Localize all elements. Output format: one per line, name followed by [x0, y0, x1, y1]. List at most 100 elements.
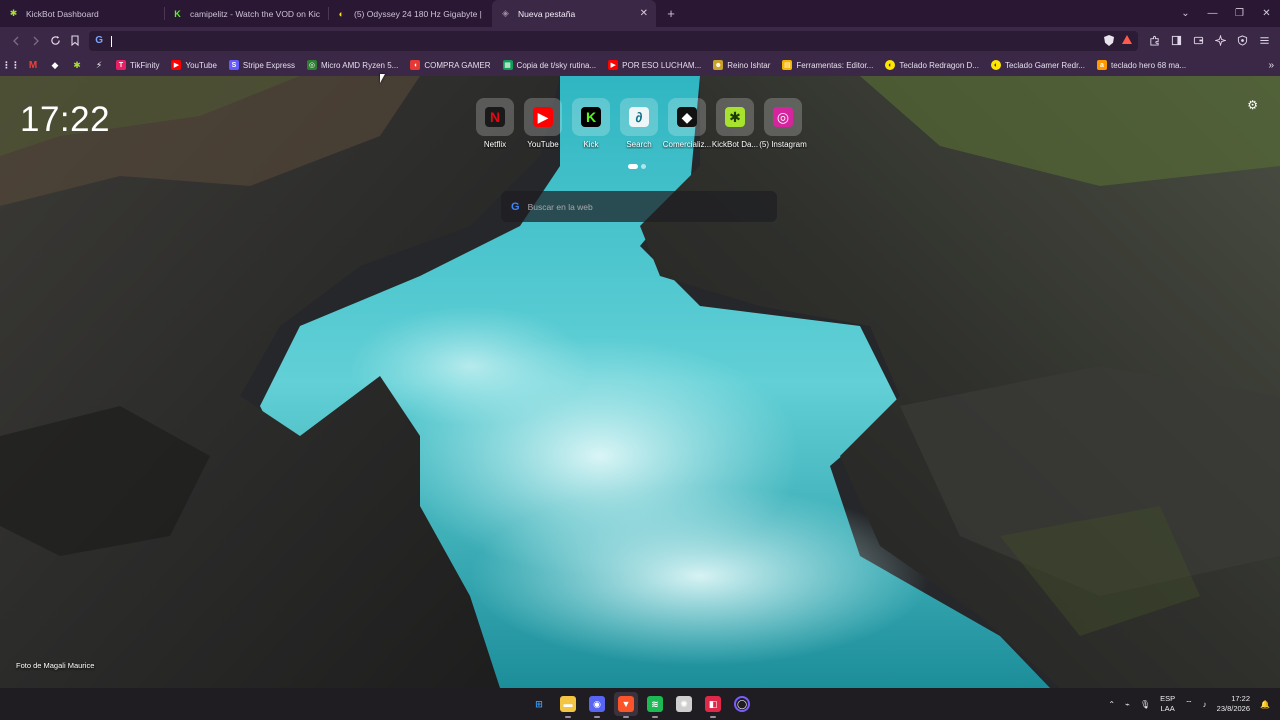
address-input[interactable] [111, 35, 1062, 46]
minimize-button[interactable]: — [1199, 0, 1226, 27]
wallet-button[interactable] [1188, 31, 1208, 51]
brave-icon: ▼ [618, 696, 634, 712]
top-site-netflix[interactable]: N Netflix [476, 98, 514, 149]
bookmark-item[interactable]: ☻ Reino Ishtar [713, 60, 770, 70]
shop-icon: ◎ [306, 60, 317, 70]
bookmark-item[interactable]: M [28, 60, 38, 71]
extensions-button[interactable] [1144, 31, 1164, 51]
wifi-icon[interactable]: ⌔ [1185, 699, 1193, 709]
forward-button[interactable] [26, 31, 46, 51]
ntp-clock: 17:22 [20, 100, 111, 139]
tab-3[interactable]: ◈ Nueva pestaña ✕ [492, 0, 656, 27]
taskbar-app-file-explorer[interactable]: ▬ [556, 692, 580, 718]
bookmark-item[interactable]: ▶ YouTube [171, 60, 217, 70]
taskbar-app-app-red[interactable]: ◧ [701, 692, 725, 718]
sidebar-button[interactable] [1166, 31, 1186, 51]
reload-button[interactable] [46, 31, 66, 51]
close-tab-icon[interactable]: ✕ [640, 8, 648, 19]
kickbot-icon: ✱ [73, 59, 81, 70]
tab-2[interactable]: ◐ (5) Odyssey 24 180 Hz Gigabyte | Mer [328, 0, 492, 27]
youtube-icon: ▶ [608, 60, 619, 70]
system-tray: ⌃ ⌁ 🎙 ESP LAA ⌔ ♪ 17:22 23/8/2026 🔔 [1108, 688, 1270, 720]
keyboard-layout: LAA [1160, 704, 1175, 713]
leo-ai-button[interactable] [1210, 31, 1230, 51]
brave-icon: ◈ [502, 8, 509, 18]
menu-button[interactable] [1254, 31, 1274, 51]
bookmark-label: COMPRA GAMER [424, 60, 491, 70]
tab-1[interactable]: Kcamipelitz - Watch the VOD on Kick [164, 0, 328, 27]
taskbar-app-windows-start[interactable]: ⊞ [527, 692, 551, 716]
top-site-tile[interactable]: ◎ [764, 98, 802, 136]
bookmarks-overflow-button[interactable]: » [1268, 60, 1274, 71]
bookmark-item[interactable]: ▦ Copia de t/sky rutina... [502, 60, 596, 70]
tab-0[interactable]: ✱ KickBot Dashboard [0, 0, 164, 27]
tools-icon: ▤ [782, 60, 793, 70]
maximize-button[interactable]: ❐ [1226, 0, 1253, 27]
vpn-shield-icon [1237, 35, 1247, 46]
bookmark-item[interactable]: ✱ [72, 60, 82, 70]
bookmark-item[interactable]: ⋮⋮ [2, 60, 20, 70]
tab-title: Nueva pestaña [518, 8, 576, 19]
top-site-tile[interactable]: ◆ [668, 98, 706, 136]
bookmark-label: YouTube [185, 60, 217, 70]
ntp-search-box[interactable]: G [501, 191, 777, 222]
mercadolibre-icon: ◐ [338, 8, 345, 19]
notification-bell-icon[interactable]: 🔔 [1260, 700, 1270, 709]
customize-gear-icon[interactable]: ⚙ [1247, 98, 1258, 112]
taskbar-app-discord[interactable]: ◉ [585, 692, 609, 718]
tray-overflow-chevron-icon[interactable]: ⌃ [1108, 700, 1115, 709]
pager-dot-active[interactable] [628, 164, 638, 169]
language-indicator[interactable]: ESP LAA [1160, 694, 1175, 714]
bookmark-button[interactable] [65, 31, 85, 51]
bookmark-item[interactable]: S Stripe Express [228, 60, 295, 70]
new-tab-button[interactable]: + [660, 0, 682, 27]
taskbar-app-spotify[interactable]: ≋ [643, 692, 667, 718]
bookmark-item[interactable]: T TikFinity [116, 60, 159, 70]
tab-title: camipelitz - Watch the VOD on Kick [190, 8, 320, 19]
top-site-comercializ[interactable]: ◆ Comercializ... [663, 98, 711, 149]
bookmark-label: teclado hero 68 ma... [1110, 60, 1187, 70]
bookmark-item[interactable]: ▤ Ferramentas: Editor... [782, 60, 873, 70]
vpn-button[interactable] [1232, 31, 1252, 51]
bookmark-label: Reino Ishtar [727, 60, 771, 70]
close-window-button[interactable]: ✕ [1253, 0, 1280, 27]
volume-icon[interactable]: ♪ [1203, 700, 1207, 709]
bookmark-item[interactable]: ◆ [50, 60, 60, 70]
top-site-5-instagram[interactable]: ◎ (5) Instagram [759, 98, 807, 149]
tab-strip: ✱ KickBot Dashboard Kcamipelitz - Watch th… [0, 0, 1280, 27]
bookmark-item[interactable]: ◖ COMPRA GAMER [410, 60, 491, 70]
taskbar-app-brave[interactable]: ▼ [614, 692, 638, 718]
top-site-tile[interactable]: ▶ [524, 98, 562, 136]
top-site-youtube[interactable]: ▶ YouTube [524, 98, 562, 149]
pager-dot[interactable] [641, 164, 646, 169]
brave-shields-icon[interactable] [1104, 35, 1115, 46]
ntp-search-input[interactable] [527, 201, 748, 212]
address-bar[interactable]: G [89, 30, 1139, 51]
bookmark-item[interactable]: ▶ POR ESO LUCHAM... [608, 60, 701, 70]
bookmark-item[interactable]: a teclado hero 68 ma... [1096, 60, 1187, 70]
taskbar-app-cortana[interactable]: ◯ [730, 692, 754, 716]
photo-credit[interactable]: Foto de Magali Maurice [16, 661, 94, 670]
bookmark-item[interactable]: ⚡ [94, 60, 104, 70]
top-site-tile[interactable]: ✱ [716, 98, 754, 136]
top-site-search[interactable]: ∂ Search [620, 98, 658, 149]
spotify-icon: ≋ [647, 696, 663, 712]
back-button[interactable] [6, 31, 26, 51]
bookmark-item[interactable]: ◐ Teclado Redragon D... [885, 60, 979, 70]
search-engine-icon: G [95, 35, 104, 46]
compragamer-icon: ◖ [410, 60, 421, 70]
top-site-tile[interactable]: N [476, 98, 514, 136]
bookmark-item[interactable]: ◐ Teclado Gamer Redr... [990, 60, 1085, 70]
bookmark-item[interactable]: ◎ Micro AMD Ryzen 5... [306, 60, 398, 70]
tab-search-icon[interactable]: ⌄ [1172, 0, 1199, 27]
microphone-icon[interactable]: 🎙 [1140, 700, 1150, 709]
top-site-kickbot-da[interactable]: ✱ KickBot Da... [712, 98, 758, 149]
top-site-tile[interactable]: ∂ [620, 98, 658, 136]
taskbar-clock[interactable]: 17:22 23/8/2026 [1217, 694, 1250, 714]
network-icon[interactable]: ⌁ [1125, 700, 1130, 709]
top-site-kick[interactable]: K Kick [572, 98, 610, 149]
taskbar-app-chatgpt[interactable]: ✺ [672, 692, 696, 716]
top-site-tile[interactable]: K [572, 98, 610, 136]
brave-rewards-icon[interactable] [1122, 35, 1133, 44]
top-site-label: KickBot Da... [711, 140, 759, 149]
